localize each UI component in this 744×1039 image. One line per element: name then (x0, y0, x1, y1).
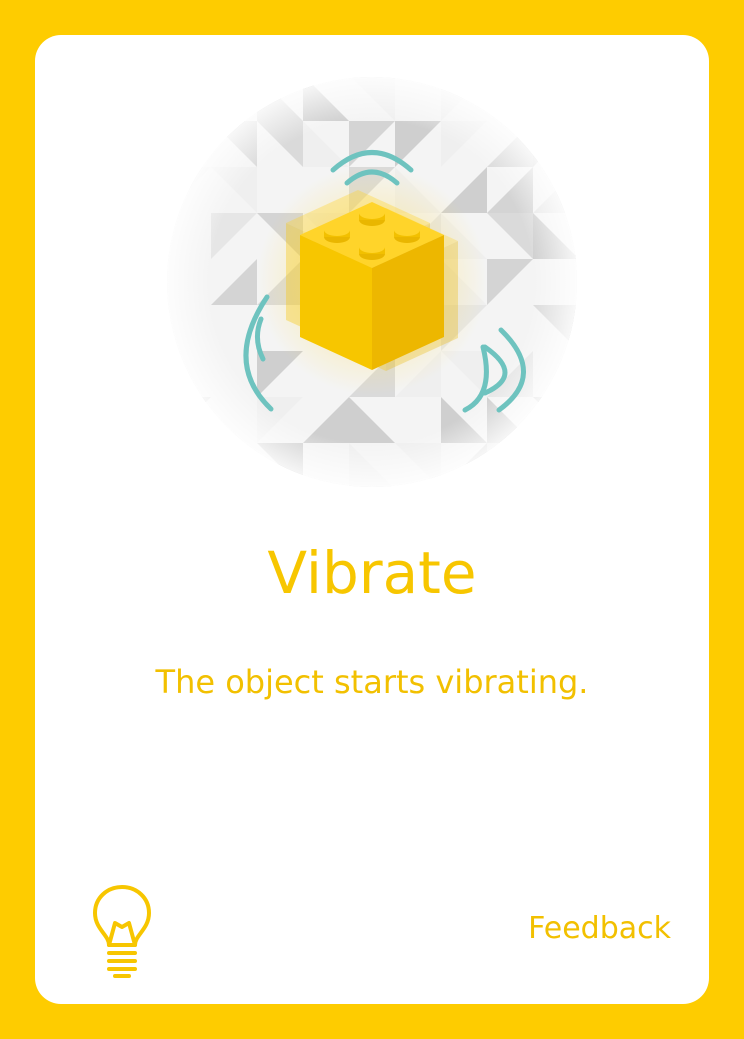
card-title: Vibrate (267, 539, 477, 607)
vibrating-brick-icon (167, 77, 577, 487)
card-frame: Vibrate The object starts vibrating. Fee… (0, 0, 744, 1039)
lightbulb-icon[interactable] (87, 883, 157, 983)
feedback-link[interactable]: Feedback (528, 909, 671, 949)
action-card: Vibrate The object starts vibrating. Fee… (35, 35, 709, 1004)
brick (300, 202, 444, 370)
card-description: The object starts vibrating. (155, 663, 589, 701)
